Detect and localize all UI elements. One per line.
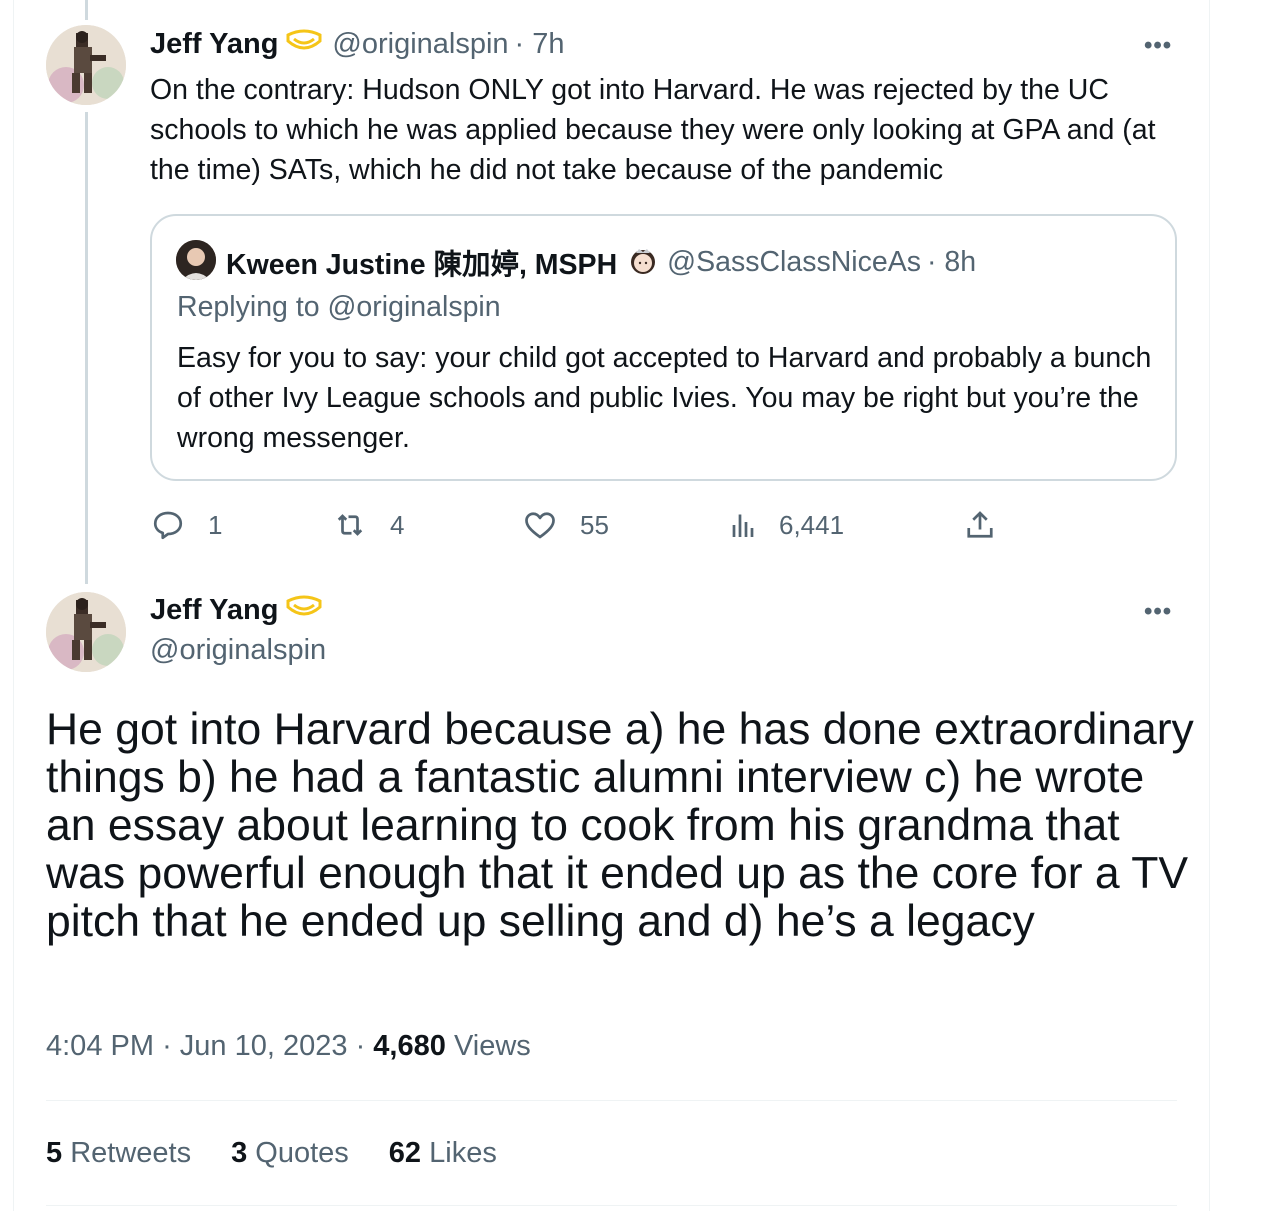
quoted-author-row: Kween Justine 陳加婷, MSPH @SassClassNiceAs…	[226, 242, 976, 283]
princess-emoji-icon	[627, 244, 659, 281]
avatar[interactable]	[46, 592, 126, 672]
quoted-time[interactable]: · 8h	[927, 246, 976, 279]
tweet-time[interactable]: 4:04 PM	[46, 1030, 154, 1062]
tweet-meta: 4:04 PM · Jun 10, 2023 · 4,680 Views	[46, 1030, 531, 1063]
more-icon[interactable]: •••	[1144, 598, 1172, 626]
divider	[46, 1100, 1177, 1101]
author-name[interactable]: Jeff Yang	[150, 28, 278, 61]
quoted-tweet[interactable]: Kween Justine 陳加婷, MSPH @SassClassNiceAs…	[150, 214, 1177, 481]
quoted-avatar[interactable]	[176, 240, 216, 280]
views-count: 4,680	[373, 1030, 446, 1062]
retweets-stat[interactable]: 5 Retweets	[46, 1137, 191, 1170]
tweet-actions: 1 4 55 6,441	[150, 507, 1010, 549]
thread-connector-line	[85, 112, 88, 584]
tweet-time[interactable]: · 7h	[515, 28, 565, 61]
views-button[interactable]: 6,441	[725, 507, 844, 543]
reply-count: 1	[208, 509, 223, 540]
main-author-row: Jeff Yang	[150, 594, 324, 627]
tweet-text: On the contrary: Hudson ONLY got into Ha…	[150, 74, 1156, 186]
author-handle[interactable]: @originalspin	[332, 28, 508, 61]
more-icon[interactable]: •••	[1144, 32, 1172, 60]
retweets-count: 5	[46, 1137, 63, 1169]
reply-button[interactable]: 1	[150, 507, 222, 543]
verified-badge-icon[interactable]	[284, 595, 324, 626]
divider	[46, 1205, 1177, 1206]
thread-line-top	[85, 0, 88, 20]
like-button[interactable]: 55	[522, 507, 609, 543]
retweet-icon	[337, 514, 363, 536]
share-icon	[967, 511, 993, 538]
avatar-photo	[46, 592, 126, 672]
quotes-label: Quotes	[255, 1137, 349, 1169]
separator: ·	[355, 1030, 366, 1062]
avatar-photo	[46, 25, 126, 105]
retweets-label: Retweets	[70, 1137, 192, 1169]
tweet-date[interactable]: Jun 10, 2023	[180, 1030, 348, 1062]
like-count: 55	[580, 509, 609, 540]
main-tweet-text: He got into Harvard because a) he has do…	[46, 705, 1194, 946]
author-name[interactable]: Jeff Yang	[150, 594, 278, 627]
reply-author-row: Jeff Yang @originalspin · 7h	[150, 28, 565, 61]
avatar[interactable]	[46, 25, 126, 105]
views-icon	[732, 514, 754, 537]
retweet-button[interactable]: 4	[332, 507, 404, 543]
retweet-count: 4	[390, 509, 405, 540]
quoted-handle[interactable]: @SassClassNiceAs	[667, 246, 921, 279]
quotes-count: 3	[231, 1137, 248, 1169]
verified-badge-icon[interactable]	[284, 29, 324, 60]
replying-to[interactable]: Replying to @originalspin	[177, 291, 501, 324]
reply-icon	[153, 511, 183, 540]
views-count: 6,441	[779, 509, 845, 540]
separator: ·	[162, 1030, 172, 1062]
likes-count: 62	[388, 1137, 422, 1169]
quoted-text: Easy for you to say: your child got acce…	[177, 342, 1152, 454]
quoted-author-name[interactable]: Kween Justine 陳加婷, MSPH	[226, 242, 617, 283]
like-icon	[525, 512, 555, 539]
likes-label: Likes	[429, 1137, 497, 1169]
quotes-stat[interactable]: 3 Quotes	[231, 1137, 349, 1170]
author-handle[interactable]: @originalspin	[150, 634, 326, 667]
share-button[interactable]	[962, 507, 998, 543]
views-label: Views	[453, 1030, 531, 1062]
tweet-stats: 5 Retweets 3 Quotes 62 Likes	[46, 1137, 537, 1170]
likes-stat[interactable]: 62 Likes	[389, 1137, 497, 1170]
